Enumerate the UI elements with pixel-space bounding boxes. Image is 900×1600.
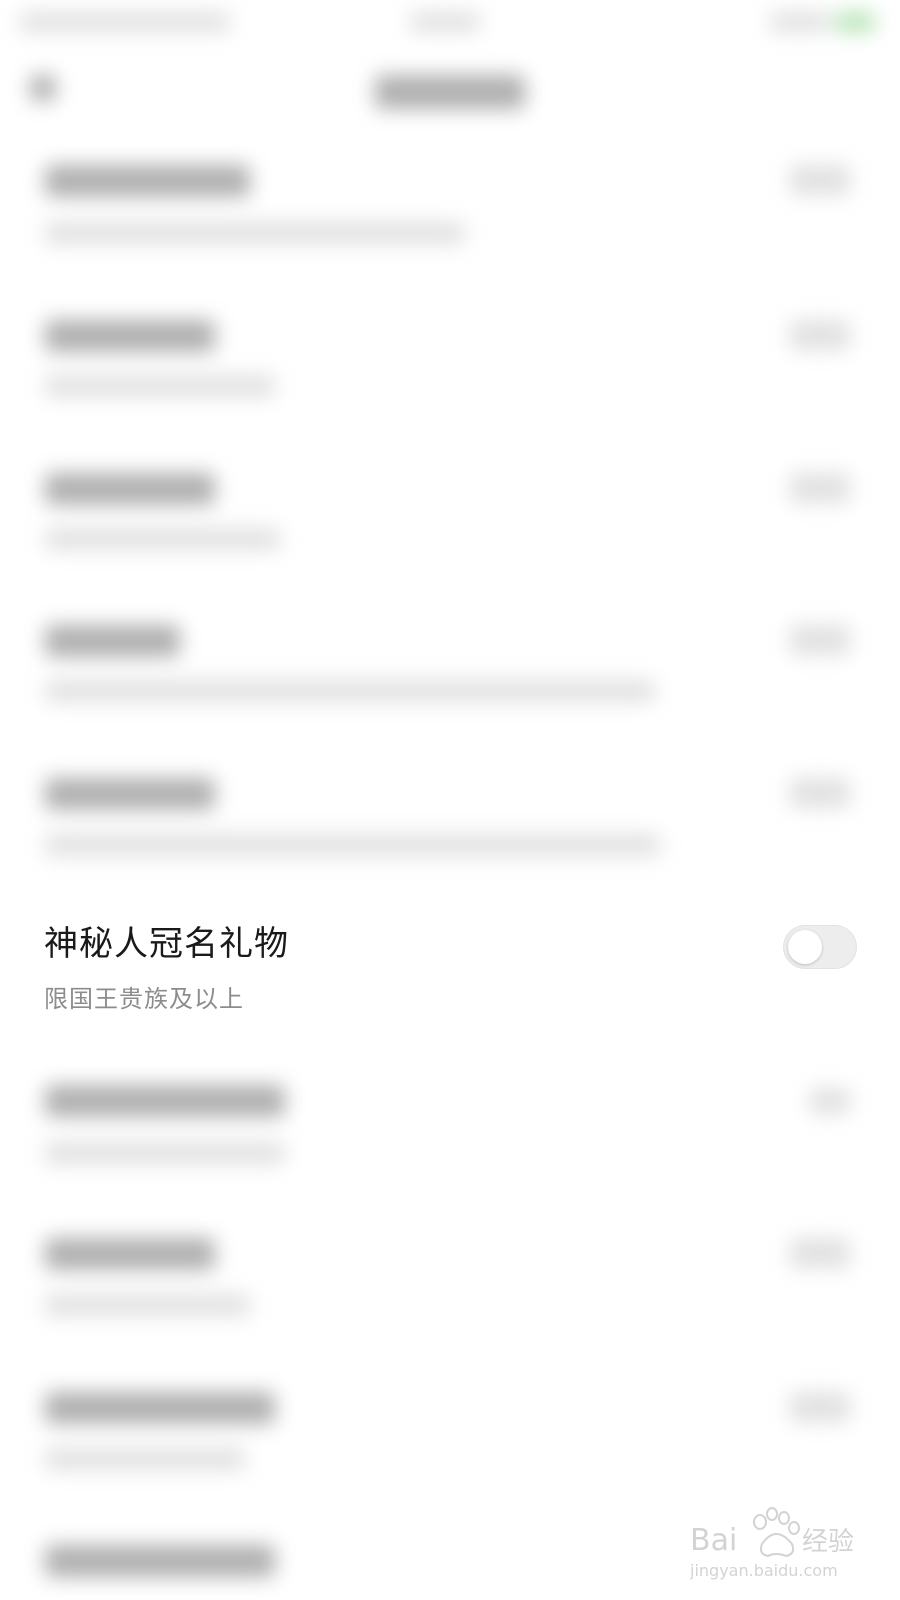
back-icon[interactable] [30, 75, 56, 101]
status-bar-right [770, 12, 830, 32]
row-3-subtitle [45, 528, 280, 550]
watermark-brand-text: Bai [690, 1523, 737, 1558]
setting-subtitle: 限国王贵族及以上 [44, 985, 244, 1013]
row-4-toggle[interactable] [790, 625, 850, 655]
setting-row-mystery-gift[interactable]: 神秘人冠名礼物 限国王贵族及以上 [0, 905, 900, 1035]
row-1-title [45, 165, 250, 197]
svg-text:经验: 经验 [802, 1527, 854, 1557]
row-5-toggle[interactable] [790, 778, 850, 808]
row-2-title [45, 320, 215, 352]
row-2-toggle[interactable] [790, 320, 850, 350]
nav-title [375, 75, 525, 109]
status-bar-left [20, 12, 230, 32]
mystery-gift-toggle[interactable] [783, 925, 857, 969]
baidu-jingyan-watermark: Bai 经验 jingyan.baidu.com [690, 1500, 870, 1580]
settings-screen: 神秘人冠名礼物 限国王贵族及以上 Bai 经验 jingyan.baidu.co… [0, 0, 900, 1600]
watermark-url-text: jingyan.baidu.com [690, 1561, 838, 1580]
battery-icon [835, 12, 875, 32]
row-5-title [45, 778, 215, 810]
toggle-knob[interactable] [788, 930, 822, 964]
row-9-toggle[interactable] [790, 1392, 850, 1422]
row-5-subtitle [45, 834, 660, 856]
row-3-toggle[interactable] [790, 473, 850, 503]
row-7-subtitle [45, 1142, 285, 1164]
row-8-subtitle [45, 1294, 250, 1316]
row-9-subtitle [45, 1448, 245, 1470]
blurred-settings-list [0, 0, 900, 1600]
row-4-subtitle [45, 680, 655, 702]
row-7-toggle[interactable] [810, 1088, 850, 1114]
paw-logo-icon: Bai 经验 jingyan.baidu.com [690, 1507, 854, 1580]
row-7-title [45, 1085, 285, 1117]
row-9-title [45, 1392, 275, 1424]
setting-title: 神秘人冠名礼物 [44, 924, 289, 964]
row-8-title [45, 1238, 215, 1270]
row-10-title [45, 1545, 275, 1577]
row-4-title [45, 625, 180, 657]
row-8-toggle[interactable] [790, 1238, 850, 1268]
row-1-toggle[interactable] [790, 165, 850, 195]
status-bar-center [410, 12, 480, 32]
row-3-title [45, 473, 215, 505]
row-2-subtitle [45, 375, 275, 397]
row-1-subtitle [45, 222, 465, 244]
